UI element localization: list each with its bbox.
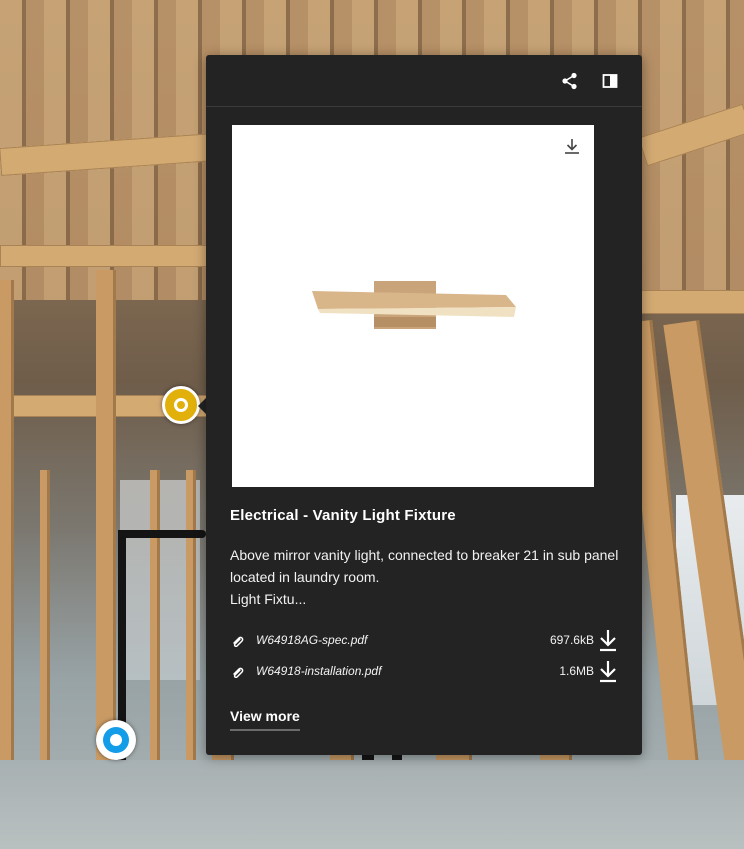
ceiling-beam: [0, 245, 220, 267]
tag-title: Electrical - Vanity Light Fixture: [230, 507, 456, 524]
view-more-link[interactable]: View more: [230, 708, 300, 731]
description-line: Above mirror vanity light, connected to …: [230, 547, 619, 585]
ceiling-beam: [640, 290, 744, 314]
product-image: [232, 125, 594, 487]
paperclip-icon: [232, 665, 246, 679]
attachment-size: 697.6kB: [549, 633, 594, 647]
description-line: Light Fixtu...: [230, 591, 307, 607]
tag-detail-panel: Electrical - Vanity Light Fixture Above …: [206, 55, 642, 755]
vanity-light-fixture: [312, 281, 516, 329]
download-arrow-icon[interactable]: [598, 659, 618, 683]
plumbing-pipe: [118, 530, 206, 538]
wall-stud: [0, 280, 14, 760]
sidebar-toggle-icon[interactable]: [600, 71, 620, 91]
wall-stud: [186, 470, 196, 760]
tag-description: Above mirror vanity light, connected to …: [230, 544, 620, 610]
attachment-size: 1.6MB: [559, 664, 594, 678]
attachment-row[interactable]: W64918AG-spec.pdf 697.6kB: [230, 628, 618, 652]
attachment-filename[interactable]: W64918-installation.pdf: [256, 664, 381, 678]
attachment-filename[interactable]: W64918AG-spec.pdf: [256, 633, 367, 647]
wall-stud: [40, 470, 50, 760]
subfloor: [0, 760, 744, 849]
attachment-row[interactable]: W64918-installation.pdf 1.6MB: [230, 659, 618, 683]
tag-hotspot-blue[interactable]: [96, 720, 136, 760]
wall-stud: [150, 470, 160, 760]
share-icon[interactable]: [560, 71, 580, 91]
download-icon[interactable]: [562, 137, 582, 157]
download-arrow-icon[interactable]: [598, 628, 618, 652]
panel-header: [206, 55, 642, 107]
paperclip-icon: [232, 634, 246, 648]
tag-hotspot-yellow[interactable]: [162, 386, 200, 424]
